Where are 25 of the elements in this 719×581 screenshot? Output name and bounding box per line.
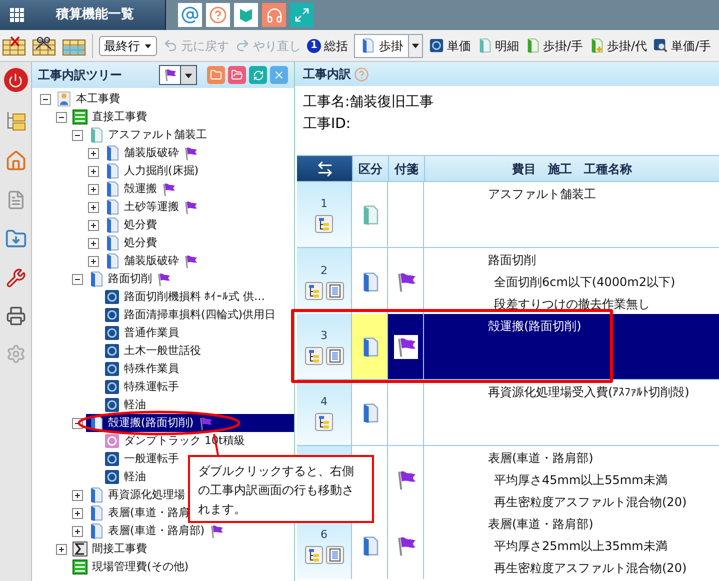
hint-tooltip: ダブルクリックすると、右側の工事内訳画面の行も移動されます。 (188, 455, 374, 523)
name-text: アスファルト舗装工 (488, 186, 597, 203)
name-text: 全面切削6cm以下(4000m2以下) (493, 274, 676, 291)
name-text: 平均厚さ25mm以上35mm未満 (493, 538, 668, 555)
row-number: 1 (320, 196, 328, 212)
column-header: 区分 (352, 156, 388, 181)
project-id: 工事ID: (303, 115, 352, 133)
column-header: 費目 施工 工種名称 (424, 156, 719, 181)
name-text: 表層(車道・路肩部) (488, 450, 594, 467)
number-badge: 1 (307, 38, 321, 52)
project-name: 工事名:舗装復旧工事 (303, 93, 435, 111)
name-text: 再生密粒度アスファルト混合物(20) (493, 560, 688, 577)
row-number: 6 (320, 526, 328, 543)
row-number: 4 (320, 394, 328, 410)
name-text: 再資源化処理場受入費(ｱｽﾌｧﾙﾄ切削殻) (488, 384, 690, 401)
column-header: 付箋 (388, 156, 424, 181)
name-text: 表層(車道・路肩部) (488, 516, 594, 533)
name-text: 再生密粒度アスファルト混合物(20) (493, 494, 688, 511)
row-number: 2 (320, 262, 328, 279)
name-text: 殻運搬(路面切削) (488, 318, 582, 335)
name-text: 路面切削 (488, 252, 537, 269)
row-number: 3 (320, 328, 328, 344)
panel-title: 工事内訳 (303, 66, 351, 83)
panel-title: 工事内訳ツリー (38, 67, 122, 84)
name-text: 平均厚さ45mm以上55mm未満 (493, 472, 668, 489)
